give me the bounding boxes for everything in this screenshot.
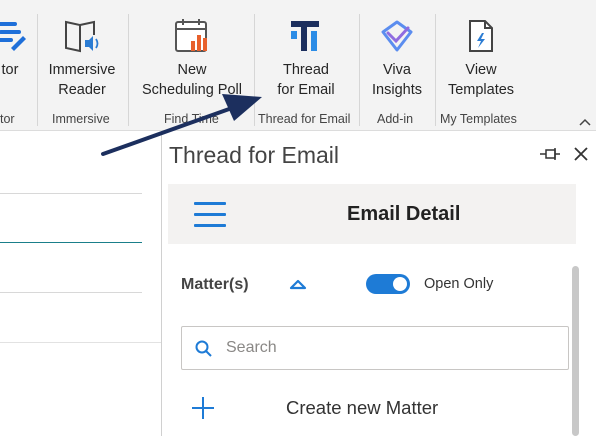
immersive-reader-label-2: Reader [58, 82, 106, 98]
collapse-ribbon-icon[interactable] [578, 114, 592, 126]
group-label-addin: Add-in [377, 112, 414, 126]
group-label-find-time: Find Time [164, 112, 219, 126]
pin-icon[interactable] [538, 144, 562, 164]
thread-logo-icon [286, 16, 326, 56]
editor-button[interactable]: tor [0, 16, 30, 80]
scrollbar-thumb[interactable] [572, 266, 579, 436]
templates-icon [461, 16, 501, 56]
editor-icon [0, 16, 30, 56]
thread-for-email-button[interactable]: Thread for Email [266, 16, 346, 100]
thread-task-pane: Thread for Email Email Detail Matter(s) … [162, 132, 596, 436]
scheduling-poll-button[interactable]: New Scheduling Poll [137, 16, 247, 100]
viva-insights-label-1: Viva [383, 62, 411, 78]
search-box[interactable] [181, 326, 569, 370]
view-templates-label-1: View [465, 62, 497, 78]
thread-label-1: Thread [283, 62, 329, 78]
scheduling-poll-label-1: New [177, 62, 207, 78]
thread-label-2: for Email [277, 82, 335, 98]
email-detail-title: Email Detail [347, 203, 461, 225]
ribbon-separator [254, 14, 255, 126]
group-label-editor: tor [0, 112, 15, 126]
group-label-templates: My Templates [440, 112, 517, 126]
group-label-immersive: Immersive [52, 112, 110, 126]
create-new-matter-button[interactable]: Create new Matter [181, 390, 571, 424]
ribbon-separator [359, 14, 360, 126]
scheduling-poll-icon [172, 16, 212, 56]
message-list-pane [0, 132, 161, 436]
scheduling-poll-label-2: Scheduling Poll [142, 82, 242, 98]
open-only-toggle[interactable] [366, 274, 410, 294]
search-input[interactable] [226, 336, 556, 360]
search-icon [194, 339, 214, 359]
close-icon[interactable] [570, 143, 592, 165]
ribbon-separator [128, 14, 129, 126]
view-templates-label-2: Templates [447, 82, 515, 98]
task-pane-title: Thread for Email [169, 142, 340, 168]
ribbon: tor tor Immersive Reader Immersive New S… [0, 0, 596, 131]
immersive-reader-icon [62, 16, 102, 56]
divider [0, 292, 142, 293]
editor-label: tor [1, 62, 19, 78]
view-templates-button[interactable]: View Templates [443, 16, 519, 100]
scrollbar[interactable] [571, 262, 581, 436]
divider [0, 193, 142, 194]
viva-insights-button[interactable]: Viva Insights [365, 16, 429, 100]
open-only-label: Open Only [424, 276, 494, 292]
selected-divider [0, 242, 142, 243]
create-new-matter-label: Create new Matter [286, 397, 439, 418]
hamburger-menu-icon[interactable] [194, 202, 226, 228]
viva-insights-label-2: Insights [372, 82, 422, 98]
chevron-up-icon[interactable] [286, 274, 310, 294]
immersive-reader-label-1: Immersive [48, 62, 116, 78]
matters-label: Matter(s) [181, 276, 249, 293]
ribbon-separator [435, 14, 436, 126]
immersive-reader-button[interactable]: Immersive Reader [44, 16, 120, 100]
viva-insights-icon [377, 16, 417, 56]
divider [0, 342, 161, 343]
group-label-thread: Thread for Email [258, 112, 351, 126]
ribbon-separator [37, 14, 38, 126]
plus-icon [191, 396, 215, 420]
email-detail-header: Email Detail [168, 184, 576, 244]
